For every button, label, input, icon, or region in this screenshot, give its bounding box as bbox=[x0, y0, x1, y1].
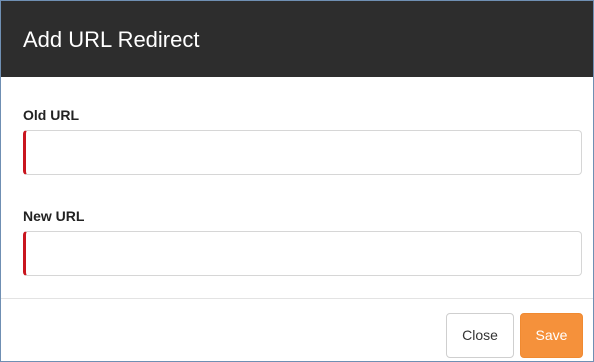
dialog-header: Add URL Redirect bbox=[1, 1, 593, 77]
dialog-title: Add URL Redirect bbox=[23, 27, 200, 52]
close-button[interactable]: Close bbox=[446, 313, 514, 358]
old-url-input[interactable] bbox=[23, 130, 582, 175]
footer-divider bbox=[1, 298, 593, 299]
new-url-label: New URL bbox=[23, 208, 85, 224]
add-url-redirect-dialog: Add URL Redirect Old URL New URL Close S… bbox=[0, 0, 594, 362]
new-url-input[interactable] bbox=[23, 231, 582, 276]
old-url-label: Old URL bbox=[23, 107, 79, 123]
save-button[interactable]: Save bbox=[520, 313, 583, 358]
